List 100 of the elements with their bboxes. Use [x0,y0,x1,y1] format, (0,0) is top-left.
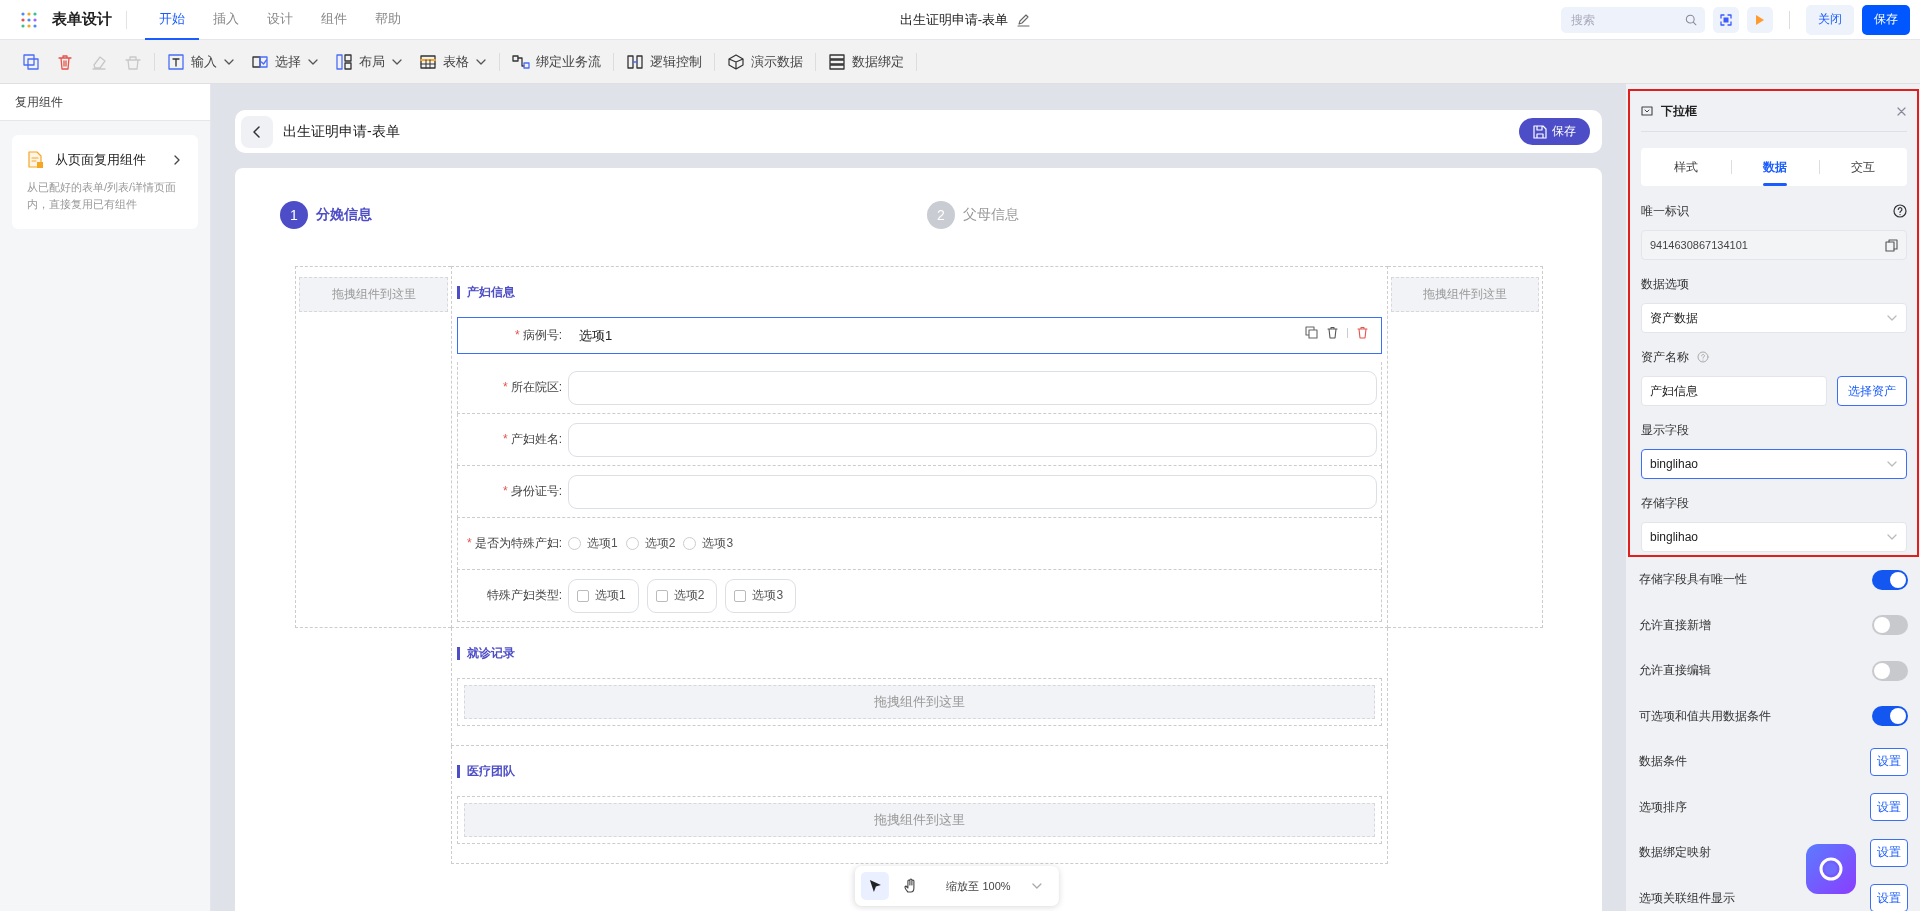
required-mark: * [503,484,508,498]
field-label: 数据选项 [1641,275,1689,293]
save-icon [1533,124,1547,139]
toolbar-button[interactable]: 绑定业务流 [504,46,609,77]
property-tab[interactable]: 数据 [1729,148,1819,186]
card-description: 从已配好的表单/列表/详情页面内，直接复用已有组件 [27,180,178,212]
property-tab[interactable]: 样式 [1641,148,1730,186]
toggle-switch[interactable] [1872,660,1908,681]
text-input[interactable]: 选项1 [568,318,1377,353]
drop-zone: 拖拽组件到这里 [1391,277,1539,312]
caret-icon [1030,880,1043,892]
copy-icon[interactable] [1885,238,1898,252]
option-label: 数据绑定映射 [1639,844,1711,862]
option-label: 允许直接新增 [1639,616,1711,634]
play-button[interactable] [1747,6,1773,33]
back-button[interactable] [241,115,273,148]
toolbar-dropdown[interactable]: 布局 [327,46,411,77]
menu-tab[interactable]: 组件 [307,0,361,40]
panel-title: 复用组件 [15,93,63,111]
field-label: 病例号: [522,328,562,342]
toolbar-button[interactable]: 逻辑控制 [618,46,710,77]
search-field[interactable]: 搜索 [1561,6,1705,33]
edit-icon[interactable] [1016,12,1031,27]
drop-zone: 拖拽组件到这里 [464,685,1375,719]
id-field: 9414630867134101 [1641,230,1907,260]
step-tab[interactable]: 1 分娩信息 [280,201,372,229]
toolbar-dropdown[interactable]: 表格 [411,46,495,77]
zoom-dropdown[interactable]: 缩放至 100% [940,877,1049,895]
settings-button[interactable]: 设置 [1870,884,1908,911]
menu-tab[interactable]: 插入 [199,0,253,40]
field-label: 是否为特殊产妇: [474,536,562,550]
field-label: 唯一标识 [1641,202,1689,220]
copy-icon[interactable] [1305,326,1318,339]
trash-icon[interactable] [1326,326,1339,339]
field-label: 身份证号: [510,484,562,498]
radio-option[interactable]: 选项3 [683,535,734,552]
split-icon [626,52,644,71]
canvas-tool-button[interactable] [860,872,889,900]
option-label: 选项排序 [1639,798,1687,816]
toolbar-button[interactable]: 演示数据 [719,46,811,77]
settings-button[interactable]: 设置 [1870,793,1908,822]
save-button[interactable]: 保存 [1519,118,1590,145]
trash-icon [56,52,74,71]
trash-icon[interactable] [1356,326,1369,339]
text-input[interactable] [568,370,1377,405]
settings-button[interactable]: 设置 [1870,838,1908,867]
ring-icon [1817,855,1845,883]
cube-icon [727,52,745,71]
toolbar-dropdown[interactable]: 输入 [159,46,243,77]
toggle-switch[interactable] [1872,706,1908,727]
select-field[interactable]: 资产数据 [1641,303,1907,333]
document-icon [27,151,45,169]
select-field[interactable]: binglihao [1641,522,1907,552]
menu-tab[interactable]: 设计 [253,0,307,40]
option-label: 存储字段具有唯一性 [1639,571,1747,589]
reuse-card[interactable]: 从页面复用组件 从已配好的表单/列表/详情页面内，直接复用已有组件 [12,135,198,229]
table-icon [419,52,437,71]
field-label: 显示字段 [1641,421,1689,439]
field-label: 特殊产妇类型: [486,588,562,602]
close-button[interactable]: 关闭 [1806,4,1854,35]
toolbar-dropdown[interactable]: 选择 [243,46,327,77]
checkbox-option[interactable]: 选项3 [725,578,797,613]
panel-title: 下拉框 [1661,102,1698,120]
select-asset-button[interactable]: 选择资产 [1837,376,1907,406]
field-label: 产妇姓名: [510,432,562,446]
toggle-switch[interactable] [1872,569,1908,590]
checkbox-option[interactable]: 选项2 [646,578,718,613]
section-title: 就诊记录 [457,628,1382,678]
assistant-button[interactable] [1806,844,1856,894]
required-mark: * [503,380,508,394]
text-input[interactable] [568,474,1377,509]
search-icon [1684,12,1697,27]
radio-option[interactable]: 选项1 [568,535,618,552]
save-button[interactable]: 保存 [1862,4,1910,35]
option-label: 数据条件 [1639,753,1687,771]
help-icon[interactable] [1893,204,1907,218]
select-field[interactable]: binglihao [1641,449,1907,479]
toggle-switch[interactable] [1872,615,1908,636]
required-mark: * [503,432,508,446]
toolbar-button[interactable]: 数据绑定 [820,46,912,77]
drop-zone: 拖拽组件到这里 [464,803,1375,837]
text-input[interactable]: 产妇信息 [1641,376,1827,406]
grid-icon[interactable] [20,10,38,29]
property-tab[interactable]: 交互 [1818,148,1907,186]
required-mark: * [467,536,472,550]
play-icon [1754,13,1766,26]
copy-icon [22,52,40,71]
scan-button[interactable] [1713,6,1739,33]
option-label: 可选项和值共用数据条件 [1639,707,1771,725]
settings-button[interactable]: 设置 [1870,747,1908,776]
selected-field[interactable]: * 病例号: 选项1 [457,317,1382,354]
menu-tab[interactable]: 帮助 [361,0,415,40]
database-icon [828,52,846,71]
section-title: 医疗团队 [457,746,1382,796]
text-box-icon [167,52,185,71]
checkbox-option[interactable]: 选项1 [568,578,639,613]
close-icon[interactable] [1896,105,1907,117]
radio-option[interactable]: 选项2 [625,535,676,552]
search-input[interactable]: 搜索 [1569,11,1685,28]
text-input[interactable] [568,422,1377,457]
